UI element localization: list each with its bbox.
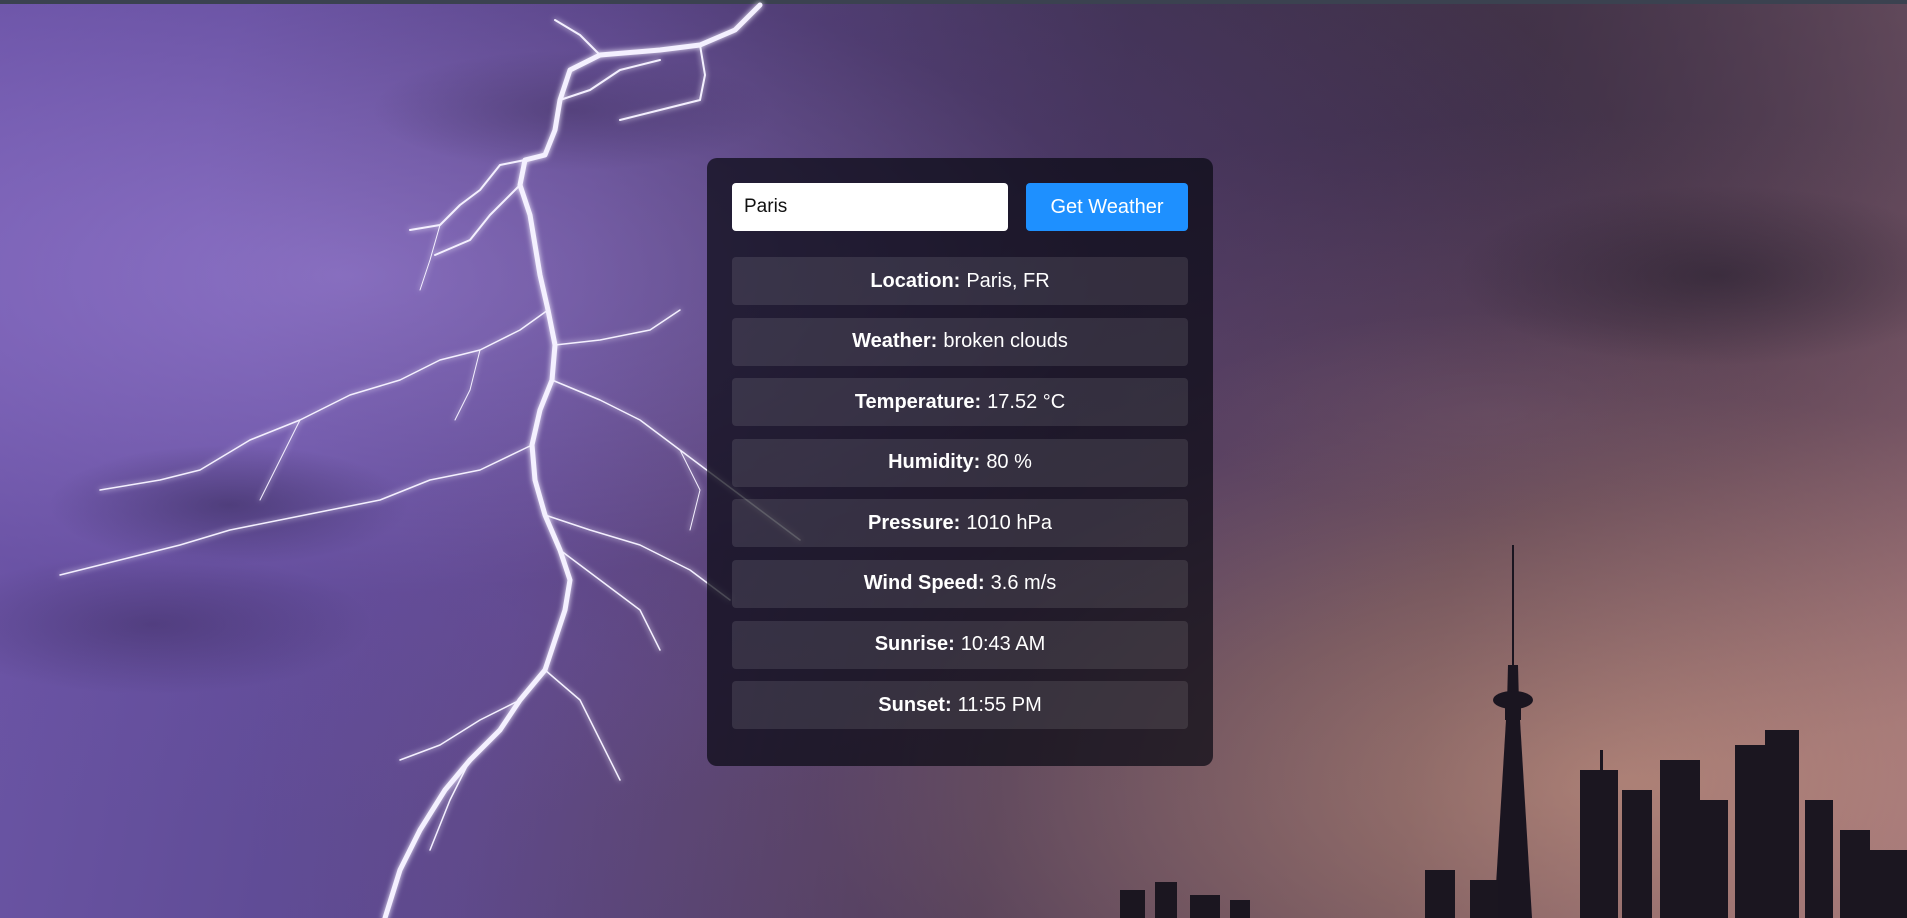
get-weather-button[interactable]: Get Weather [1026,183,1188,231]
sunset-row: Sunset: 11:55 PM [732,681,1188,730]
location-row: Location: Paris, FR [732,257,1188,305]
temperature-label: Temperature: [854,390,982,413]
wind-speed-value: 3.6 m/s [990,572,1057,595]
humidity-row: Humidity: 80 % [732,438,1188,487]
humidity-label: Humidity: [888,451,981,474]
temperature-row: Temperature: 17.52 °C [732,378,1188,427]
weather-row: Weather: broken clouds [732,317,1188,366]
sunset-value: 11:55 PM [957,693,1042,716]
search-row: Get Weather [732,183,1188,231]
lightning-bolt [59,2,801,918]
temperature-value: 17.52 °C [987,390,1066,413]
weather-card: Get Weather Location: Paris, FR Weather:… [707,158,1213,766]
sunrise-row: Sunrise: 10:43 AM [732,620,1188,669]
sunset-label: Sunset: [878,693,952,716]
humidity-value: 80 % [986,451,1032,474]
city-input[interactable] [732,183,1008,231]
sunrise-value: 10:43 AM [960,633,1046,656]
sunrise-label: Sunrise: [874,633,955,656]
location-label: Location: [870,269,961,292]
cn-tower-silhouette [1493,545,1533,918]
pressure-value: 1010 hPa [966,511,1052,534]
wind-speed-row: Wind Speed: 3.6 m/s [732,559,1188,608]
pressure-label: Pressure: [868,511,961,534]
pressure-row: Pressure: 1010 hPa [732,499,1188,548]
page-background: Get Weather Location: Paris, FR Weather:… [0,0,1907,918]
location-value: Paris, FR [966,269,1050,292]
wind-speed-label: Wind Speed: [863,572,985,595]
weather-value: broken clouds [943,330,1068,353]
weather-label: Weather: [852,330,938,353]
